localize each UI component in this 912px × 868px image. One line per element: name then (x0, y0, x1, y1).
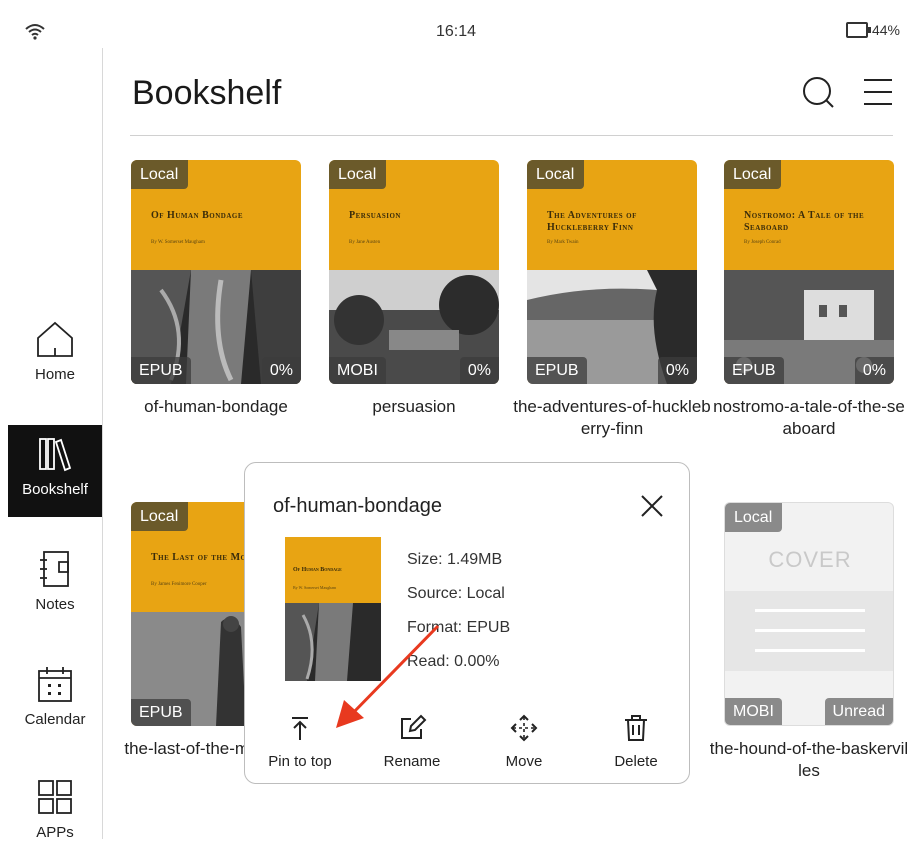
clock: 16:14 (435, 23, 477, 40)
bookshelf-icon (39, 438, 72, 472)
cover-placeholder-line (755, 649, 865, 652)
progress-badge: 0% (854, 357, 894, 384)
pin-to-top-label: Pin to top (268, 753, 332, 770)
book-cover[interactable]: The Adventures of Huckleberry Finn By Ma… (527, 160, 697, 384)
source-badge: Local (724, 160, 782, 189)
move-icon (510, 714, 538, 742)
pin-to-top-button[interactable]: Pin to top (255, 713, 345, 770)
delete-icon (625, 715, 647, 741)
source-badge: Local (527, 160, 585, 189)
source-badge: Local (131, 160, 189, 189)
sidebar: Home Bookshelf Notes Calendar APPs (0, 48, 103, 841)
cover-title: Of Human Bondage (151, 210, 243, 221)
apps-icon (38, 780, 72, 814)
cover-placeholder-text: COVER (768, 547, 852, 572)
source-badge: Local (131, 502, 189, 531)
sidebar-item-bookshelf[interactable]: Bookshelf (8, 425, 102, 517)
sidebar-label-bookshelf: Bookshelf (22, 481, 88, 498)
status-bar: 16:14 44% (0, 0, 912, 48)
book-format: Format: EPUB (407, 619, 511, 636)
delete-label: Delete (614, 753, 658, 770)
pin-to-top-icon (292, 717, 308, 740)
book-details-dialog: of-human-bondage Of Human Bondage By W. … (244, 462, 690, 784)
unread-badge: Unread (824, 698, 893, 725)
book-title: the-adventures-of-huckleberry-finn (513, 397, 711, 438)
battery-percent: 44% (871, 22, 900, 38)
book-cover[interactable]: Persuasion By Jane Austen Local MOBI 0% (329, 160, 499, 384)
book-title: the-hound-of-the-baskervilles (709, 739, 909, 780)
cover-placeholder-line (755, 609, 865, 612)
format-badge: EPUB (724, 357, 784, 384)
calendar-icon (38, 667, 72, 702)
book-size: Size: 1.49MB (407, 551, 503, 568)
cover-title: Nostromo: A Tale of the Seaboard (744, 210, 865, 233)
cover-author: By Jane Austen (349, 240, 381, 245)
cover-photo (285, 603, 381, 681)
book-title: of-human-bondage (144, 397, 288, 416)
format-badge: EPUB (131, 699, 191, 726)
cover-author: By James Fenimore Cooper (151, 582, 207, 587)
dialog-book-cover: Of Human Bondage By W. Somerset Maugham (285, 537, 381, 681)
source-badge: Local (725, 503, 783, 532)
sidebar-item-notes[interactable]: Notes (8, 548, 102, 640)
battery-indicator: 44% (845, 22, 900, 38)
battery-icon (845, 22, 871, 38)
delete-button[interactable]: Delete (591, 713, 681, 770)
book-read-progress: Read: 0.00% (407, 653, 500, 670)
source-badge: Local (329, 160, 387, 189)
sidebar-label-home: Home (34, 366, 75, 383)
notes-icon (40, 551, 69, 587)
header-divider (130, 135, 893, 136)
sidebar-item-apps[interactable]: APPs (8, 776, 102, 868)
book-source: Source: Local (407, 585, 505, 602)
home-icon (37, 321, 73, 357)
menu-icon[interactable] (858, 72, 898, 112)
search-icon[interactable] (798, 72, 838, 112)
move-label: Move (505, 753, 543, 770)
cover-author: By W. Somerset Maugham (293, 585, 337, 590)
cover-author: By Mark Twain (547, 240, 579, 245)
cover-title: The Adventures of Huckleberry Finn (547, 210, 637, 233)
book-cover[interactable]: Nostromo: A Tale of the Seaboard By Jose… (724, 160, 894, 384)
format-badge: EPUB (527, 357, 587, 384)
page-title: Bookshelf (132, 74, 282, 112)
sidebar-label-apps: APPs (36, 824, 74, 841)
book-cover[interactable]: COVER Local MOBI Unread (724, 502, 894, 726)
cover-placeholder-line (755, 629, 865, 632)
rename-icon (401, 714, 427, 739)
cover-title: Of Human Bondage (293, 567, 342, 573)
dialog-title: of-human-bondage (273, 495, 443, 517)
book-item[interactable]: COVER Local MOBI Unread the-hound-of-the… (710, 502, 908, 782)
book-item[interactable]: The Adventures of Huckleberry Finn By Ma… (513, 160, 711, 440)
format-badge: EPUB (131, 357, 191, 384)
book-item[interactable]: Of Human Bondage By W. Somerset Maugham … (131, 160, 301, 418)
progress-badge: 0% (459, 357, 499, 384)
sidebar-label-calendar: Calendar (24, 711, 86, 728)
book-title: nostromo-a-tale-of-the-seaboard (713, 397, 905, 438)
cover-title: Persuasion (349, 210, 401, 221)
move-button[interactable]: Move (479, 713, 569, 770)
progress-badge: 0% (657, 357, 697, 384)
book-item[interactable]: Persuasion By Jane Austen Local MOBI 0% … (329, 160, 499, 418)
cover-author: By W. Somerset Maugham (151, 240, 205, 245)
format-badge: MOBI (725, 698, 782, 725)
book-item[interactable]: Nostromo: A Tale of the Seaboard By Jose… (713, 160, 905, 440)
cover-author: By Joseph Conrad (744, 240, 781, 245)
progress-badge: 0% (261, 357, 301, 384)
sidebar-item-home[interactable]: Home (8, 318, 102, 410)
rename-button[interactable]: Rename (367, 713, 457, 770)
rename-label: Rename (383, 753, 441, 770)
sidebar-item-calendar[interactable]: Calendar (8, 663, 102, 755)
sidebar-label-notes: Notes (35, 596, 75, 613)
format-badge: MOBI (329, 357, 386, 384)
book-title: persuasion (372, 397, 456, 416)
book-cover[interactable]: Of Human Bondage By W. Somerset Maugham … (131, 160, 301, 384)
close-icon[interactable] (637, 491, 667, 521)
